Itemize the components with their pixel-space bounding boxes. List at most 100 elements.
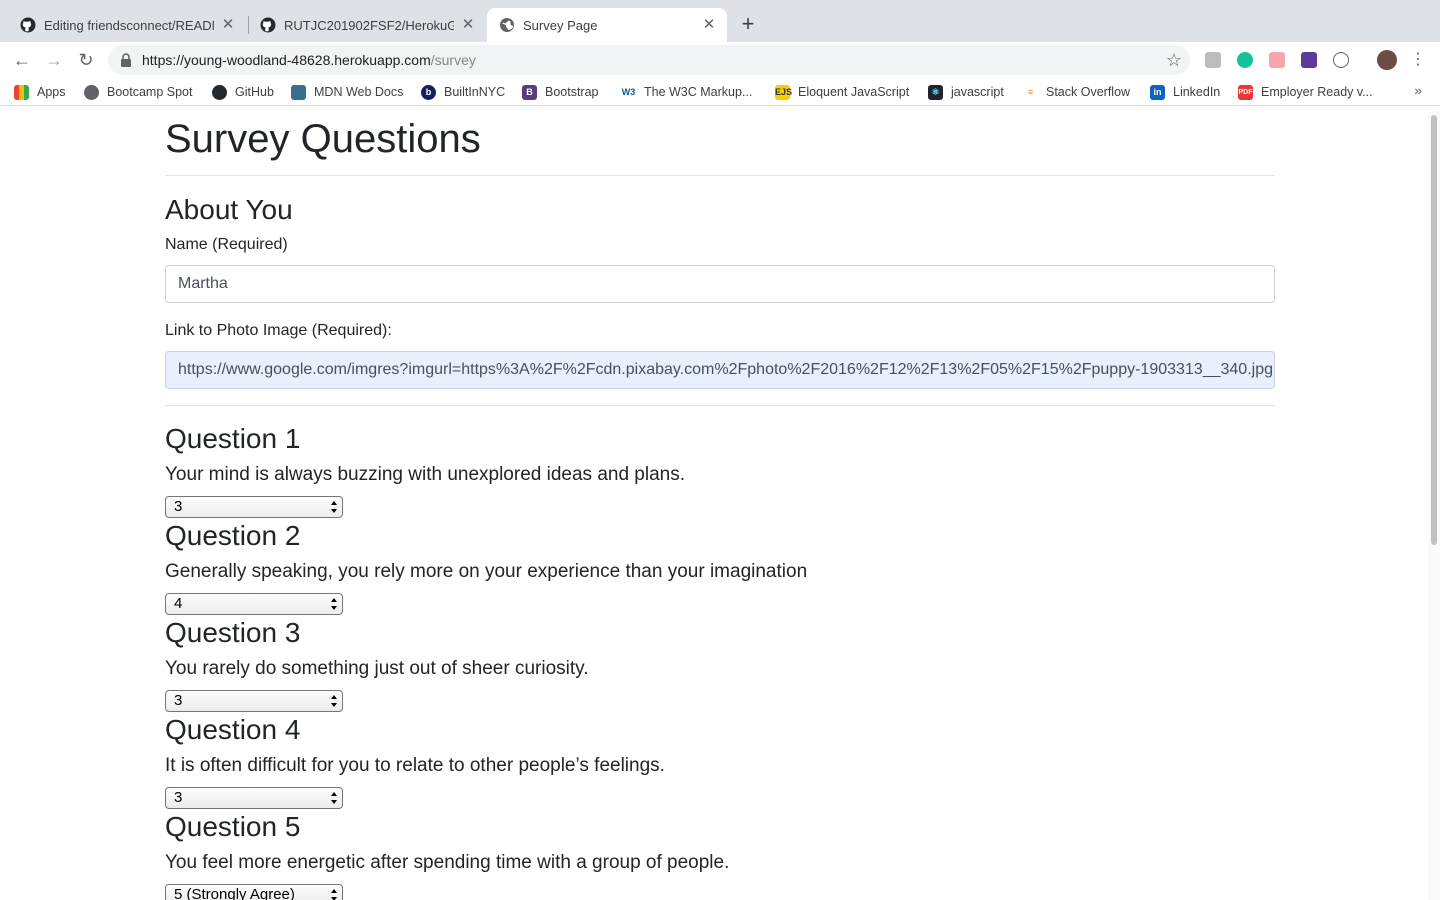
bookmark-apps[interactable]: Apps bbox=[14, 83, 66, 101]
selected-value: 3 bbox=[174, 692, 183, 709]
reload-icon[interactable]: ↻ bbox=[76, 50, 96, 70]
select-arrows-icon bbox=[331, 792, 337, 804]
question-3-text: You rarely do something just out of shee… bbox=[165, 658, 589, 679]
bookmark-eloquent-js[interactable]: EJS Eloquent JavaScript bbox=[775, 83, 909, 101]
react-icon: ⚛ bbox=[928, 84, 943, 100]
close-icon[interactable]: ✕ bbox=[701, 17, 717, 33]
bootstrap-icon: B bbox=[522, 84, 537, 100]
bookmark-label: Bootcamp Spot bbox=[107, 85, 193, 99]
bookmark-label: GitHub bbox=[235, 85, 274, 99]
w3c-icon: W3 bbox=[621, 84, 636, 100]
bookmark-label: The W3C Markup... bbox=[644, 85, 753, 99]
bookmark-label: Employer Ready v... bbox=[1261, 85, 1373, 99]
bookmark-builtinnyc[interactable]: b BuiltInNYC bbox=[421, 83, 505, 101]
bookmark-stack-overflow[interactable]: ≡ Stack Overflow bbox=[1023, 83, 1130, 101]
question-5-text: You feel more energetic after spending t… bbox=[165, 852, 730, 873]
scrollbar-thumb[interactable] bbox=[1431, 115, 1437, 545]
bookmark-github[interactable]: GitHub bbox=[212, 83, 274, 101]
bookmark-bootcamp-spot[interactable]: Bootcamp Spot bbox=[84, 83, 192, 101]
question-4-text: It is often difficult for you to relate … bbox=[165, 755, 665, 776]
question-2-select[interactable]: 4 bbox=[165, 593, 343, 615]
bookmark-star-icon[interactable]: ☆ bbox=[1166, 50, 1182, 70]
address-bar[interactable]: https://young-woodland-48628.herokuapp.c… bbox=[108, 45, 1190, 75]
selected-value: 3 bbox=[174, 498, 183, 515]
chevron-double-right-icon[interactable]: » bbox=[1414, 82, 1422, 98]
url-text: https://young-woodland-48628.herokuapp.c… bbox=[142, 52, 476, 68]
tab-title: Editing friendsconnect/READM bbox=[44, 17, 214, 33]
bookmarks-bar: Apps Bootcamp Spot GitHub MDN Web Docs b… bbox=[0, 78, 1440, 106]
github-icon bbox=[20, 17, 36, 33]
question-3-select[interactable]: 3 bbox=[165, 690, 343, 712]
name-field[interactable]: Martha bbox=[165, 265, 1275, 303]
extension-code-icon[interactable] bbox=[1333, 52, 1349, 68]
question-1-text: Your mind is always buzzing with unexplo… bbox=[165, 464, 685, 485]
bookmark-label: Stack Overflow bbox=[1046, 85, 1131, 99]
select-arrows-icon bbox=[331, 598, 337, 610]
question-5-select[interactable]: 5 (Strongly Agree) bbox=[165, 884, 343, 900]
close-icon[interactable]: ✕ bbox=[220, 17, 236, 33]
divider bbox=[165, 405, 1275, 406]
tab-strip: Editing friendsconnect/READM ✕ RUTJC2019… bbox=[0, 0, 1440, 42]
bookmark-bootstrap[interactable]: B Bootstrap bbox=[522, 83, 599, 101]
grammarly-icon[interactable] bbox=[1237, 52, 1253, 68]
url-host: https://young-woodland-48628.herokuapp.c… bbox=[142, 52, 431, 68]
apps-grid-icon bbox=[14, 84, 29, 100]
select-arrows-icon bbox=[331, 501, 337, 513]
extension-icon[interactable] bbox=[1205, 52, 1221, 68]
name-label: Name (Required) bbox=[165, 236, 288, 253]
bookmark-label: Apps bbox=[37, 85, 66, 99]
question-1-heading: Question 1 bbox=[165, 423, 301, 454]
selected-value: 4 bbox=[174, 595, 183, 612]
bookmark-label: Bootstrap bbox=[545, 85, 599, 99]
github-icon bbox=[212, 84, 227, 100]
tab-title: Survey Page bbox=[523, 17, 598, 33]
about-heading: About You bbox=[165, 194, 293, 225]
question-4-select[interactable]: 3 bbox=[165, 787, 343, 809]
page-scrollbar[interactable] bbox=[1428, 111, 1440, 900]
extension-arrow-icon[interactable] bbox=[1269, 52, 1285, 68]
mdn-icon bbox=[291, 84, 306, 100]
photo-link-field[interactable]: https://www.google.com/imgres?imgurl=htt… bbox=[165, 351, 1275, 389]
page-title: Survey Questions bbox=[165, 117, 481, 161]
more-menu-icon[interactable]: ⋮ bbox=[1408, 50, 1428, 70]
tab-herokugui[interactable]: RUTJC201902FSF2/HerokuGui ✕ bbox=[248, 8, 486, 42]
tab-survey-page[interactable]: Survey Page ✕ bbox=[487, 8, 727, 42]
new-tab-button[interactable]: + bbox=[738, 13, 758, 35]
bookmark-label: BuiltInNYC bbox=[444, 85, 506, 99]
pdf-icon: PDF bbox=[1238, 84, 1253, 100]
question-2-heading: Question 2 bbox=[165, 520, 301, 551]
selected-value: 5 (Strongly Agree) bbox=[174, 886, 295, 900]
question-1-select[interactable]: 3 bbox=[165, 496, 343, 518]
question-3-heading: Question 3 bbox=[165, 617, 301, 648]
tab-editing-readme[interactable]: Editing friendsconnect/READM ✕ bbox=[8, 8, 246, 42]
globe-icon bbox=[500, 18, 514, 32]
question-5-heading: Question 5 bbox=[165, 811, 301, 842]
lock-icon bbox=[121, 53, 131, 67]
photo-link-label: Link to Photo Image (Required): bbox=[165, 322, 392, 339]
browser-toolbar: ← → ↻ https://young-woodland-48628.herok… bbox=[0, 42, 1440, 78]
todo-check-icon[interactable] bbox=[1301, 52, 1317, 68]
tab-title: RUTJC201902FSF2/HerokuGui bbox=[284, 17, 454, 33]
back-arrow-icon[interactable]: ← bbox=[12, 50, 32, 70]
question-2-text: Generally speaking, you rely more on you… bbox=[165, 561, 808, 582]
question-4-heading: Question 4 bbox=[165, 714, 301, 745]
select-arrows-icon bbox=[331, 889, 337, 900]
bookmark-label: MDN Web Docs bbox=[314, 85, 404, 99]
bookmark-javascript[interactable]: ⚛ javascript bbox=[928, 83, 1004, 101]
bookmark-label: javascript bbox=[951, 85, 1004, 99]
stackoverflow-icon: ≡ bbox=[1023, 84, 1038, 100]
bookmark-mdn[interactable]: MDN Web Docs bbox=[291, 83, 403, 101]
bookmark-label: LinkedIn bbox=[1173, 85, 1221, 99]
globe-icon bbox=[84, 84, 99, 100]
bookmark-linkedin[interactable]: in LinkedIn bbox=[1150, 83, 1220, 101]
builtin-icon: b bbox=[421, 84, 436, 100]
bookmark-w3c[interactable]: W3 The W3C Markup... bbox=[621, 83, 752, 101]
forward-arrow-icon[interactable]: → bbox=[44, 50, 64, 70]
selected-value: 3 bbox=[174, 789, 183, 806]
linkedin-icon: in bbox=[1150, 84, 1165, 100]
url-path: /survey bbox=[430, 52, 476, 68]
close-icon[interactable]: ✕ bbox=[460, 17, 476, 33]
bookmark-label: Eloquent JavaScript bbox=[798, 85, 910, 99]
avatar[interactable] bbox=[1377, 50, 1397, 70]
bookmark-employer-ready[interactable]: PDF Employer Ready v... bbox=[1238, 83, 1373, 101]
